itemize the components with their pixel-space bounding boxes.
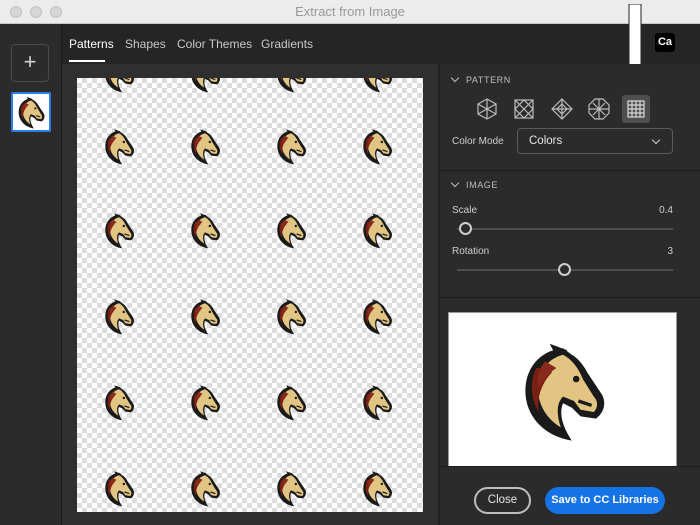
save-to-cc-libraries-button[interactable]: Save to CC Libraries [545, 487, 665, 514]
horse-pattern-tile [271, 468, 311, 508]
horse-pattern-tile [185, 126, 225, 166]
horse-pattern-tile [185, 468, 225, 508]
square-grid-pattern-icon[interactable] [622, 95, 650, 123]
pattern-section-title: PATTERN [466, 75, 511, 85]
window-zoom-dot[interactable] [50, 6, 62, 18]
tab-patterns[interactable]: Patterns [69, 37, 114, 51]
title-bar: Extract from Image [0, 0, 700, 24]
horse-pattern-tile [99, 468, 139, 508]
window-minimize-dot[interactable] [30, 6, 42, 18]
horse-pattern-tile [185, 382, 225, 422]
scale-slider-handle[interactable] [459, 222, 472, 235]
horse-pattern-tile [99, 126, 139, 166]
image-section-header[interactable]: IMAGE [450, 178, 499, 190]
horse-pattern-tile [271, 126, 311, 166]
chevron-down-icon [651, 135, 661, 145]
rhombus-pattern-icon[interactable] [548, 95, 576, 123]
horse-pattern-tile [271, 210, 311, 250]
active-tab-indicator [69, 60, 105, 62]
horse-pattern-tile [271, 296, 311, 336]
tab-gradients[interactable]: Gradients [261, 37, 313, 51]
image-section-title: IMAGE [466, 180, 499, 190]
horse-pattern-tile [357, 126, 397, 166]
extract-dialog: Extract from Image + Patterns Shapes Col… [0, 0, 700, 525]
horse-pattern-tile [185, 210, 225, 250]
horse-pattern-tile [271, 78, 311, 94]
capture-app-badge: Ca [655, 33, 675, 52]
horse-pattern-tile [357, 468, 397, 508]
horse-pattern-tile [99, 78, 139, 94]
horse-pattern-tile [357, 296, 397, 336]
pattern-canvas[interactable] [77, 78, 423, 512]
horse-pattern-tile [99, 210, 139, 250]
horse-thumbnail-image [13, 94, 49, 130]
diamond-grid-pattern-icon[interactable] [510, 95, 538, 123]
rotation-value: 3 [667, 246, 673, 257]
rotation-slider-handle[interactable] [558, 263, 571, 276]
color-mode-select[interactable]: Colors [517, 128, 673, 154]
horse-pattern-tile [357, 78, 397, 94]
tab-color-themes[interactable]: Color Themes [177, 37, 252, 51]
image-sidebar: + [0, 24, 62, 525]
horse-pattern-tile [185, 78, 225, 94]
tab-shapes[interactable]: Shapes [125, 37, 166, 51]
window-close-dot[interactable] [10, 6, 22, 18]
pattern-section-header[interactable]: PATTERN [450, 73, 511, 85]
scale-value: 0.4 [659, 205, 673, 216]
image-thumbnail[interactable] [11, 92, 51, 132]
horse-pattern-tile [271, 382, 311, 422]
source-image-preview [448, 312, 677, 467]
window-title: Extract from Image [295, 4, 405, 19]
hexagon-pattern-icon[interactable] [473, 95, 501, 123]
horse-pattern-tile [185, 296, 225, 336]
section-divider [440, 297, 700, 298]
chevron-down-icon [450, 178, 460, 188]
scale-label: Scale [452, 205, 478, 216]
close-button[interactable]: Close [474, 487, 531, 514]
section-divider [440, 170, 700, 171]
scale-slider-track[interactable] [457, 228, 673, 230]
octagon-pattern-icon[interactable] [585, 95, 613, 123]
tab-bar: Patterns Shapes Color Themes Gradients [62, 24, 700, 64]
rotation-label: Rotation [452, 246, 490, 257]
color-mode-label: Color Mode [452, 136, 504, 147]
color-mode-value: Colors [529, 135, 563, 147]
horse-pattern-tile [99, 382, 139, 422]
add-image-button[interactable]: + [11, 44, 49, 82]
horse-pattern-tile [357, 382, 397, 422]
horse-pattern-tile [357, 210, 397, 250]
horse-source-image [508, 335, 618, 445]
horse-pattern-tile [99, 296, 139, 336]
chevron-down-icon [450, 73, 460, 83]
